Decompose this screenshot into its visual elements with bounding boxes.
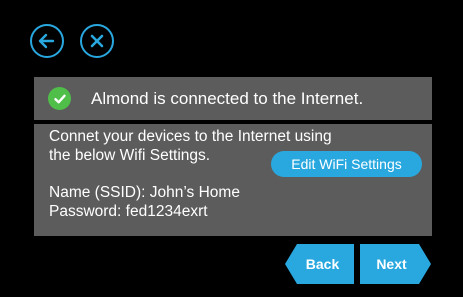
next-button[interactable]: Next (360, 244, 431, 284)
connection-status-bar: Almond is connected to the Internet. (34, 77, 432, 120)
back-circle-button[interactable] (30, 24, 64, 58)
connection-status-text: Almond is connected to the Internet. (91, 89, 364, 108)
close-x-icon (90, 34, 104, 48)
edit-wifi-settings-button[interactable]: Edit WiFi Settings (271, 151, 422, 177)
back-button[interactable]: Back (285, 244, 354, 284)
close-circle-button[interactable] (80, 24, 114, 58)
ssid-text: Name (SSID): John’s Home (49, 184, 240, 201)
wifi-info-panel: Connet your devices to the Internet usin… (34, 124, 432, 236)
instruction-line-2: the below Wifi Settings. (49, 147, 211, 164)
check-circle-icon (48, 87, 71, 110)
password-text: Password: fed1234exrt (49, 203, 208, 220)
arrow-left-icon (38, 33, 55, 49)
instruction-line-1: Connet your devices to the Internet usin… (49, 128, 332, 145)
